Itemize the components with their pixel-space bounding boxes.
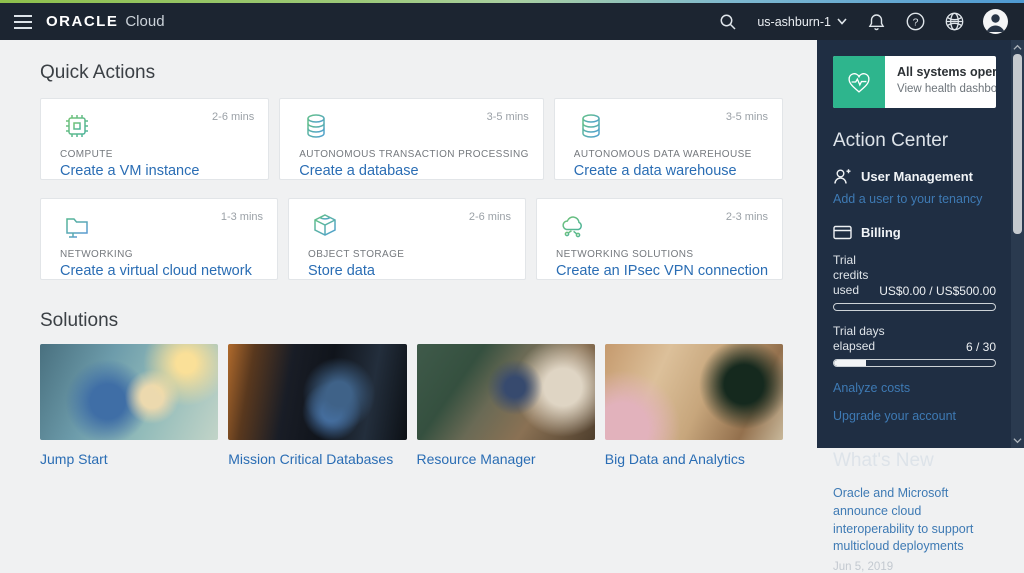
notifications-bell-icon[interactable] [866,12,886,32]
solutions-row: Jump Start Mission Critical Databases Re… [40,344,783,467]
solution-photo[interactable] [40,344,219,440]
health-status-tile [833,56,885,108]
network-folder-icon [66,218,88,238]
analyze-costs-link[interactable]: Analyze costs [833,381,996,395]
search-icon[interactable] [718,12,738,32]
trial-days-meter: Trial days elapsed 6 / 30 [833,324,996,367]
whats-new-date: Jun 5, 2019 [833,561,894,573]
solution-jump-start[interactable]: Jump Start [40,344,219,467]
create-database-link[interactable]: Create a database [299,163,529,179]
solution-photo[interactable] [228,344,407,440]
duration-estimate: 3-5 mins [725,111,768,123]
quick-action-card-vpn[interactable]: 2-3 mins NETWORKING SOLUTIONS Create an … [536,198,784,280]
create-vcn-link[interactable]: Create a virtual cloud network [60,263,263,279]
quick-action-card-adw[interactable]: 3-5 mins AUTONOMOUS DATA WAREHOUSE Creat… [553,98,783,180]
card-category-label: NETWORKING [60,249,133,260]
whats-new-article-link[interactable]: Oracle and Microsoft announce cloud inte… [833,485,996,556]
duration-estimate: 2-3 mins [725,211,769,223]
cloud-network-icon [562,216,582,238]
trial-credits-value: US$0.00 / US$500.00 [879,284,996,298]
user-icon [834,169,851,184]
card-category-label: AUTONOMOUS TRANSACTION PROCESSING [299,149,529,160]
help-icon[interactable]: ? [905,12,925,32]
oracle-cloud-logo[interactable]: ORACLE Cloud [46,13,165,30]
create-vm-instance-link[interactable]: Create a VM instance [60,163,254,179]
brand-cloud: Cloud [125,13,165,30]
brand-oracle: ORACLE [46,13,119,30]
scroll-down-icon[interactable] [1013,436,1022,445]
card-category-label: NETWORKING SOLUTIONS [556,249,694,260]
duration-estimate: 2-6 mins [212,111,255,123]
solution-link[interactable]: Jump Start [40,451,218,467]
trial-days-fill [834,360,867,366]
trial-days-value: 6 / 30 [965,340,996,354]
storage-box-icon [314,214,336,236]
solution-photo[interactable] [604,344,783,440]
create-data-warehouse-link[interactable]: Create a data warehouse [574,163,768,179]
sidebar-scrollbar[interactable] [1011,40,1024,448]
scrollbar-thumb[interactable] [1013,54,1022,234]
region-selector[interactable]: us-ashburn-1 [757,15,847,29]
user-management-label: User Management [861,169,973,184]
solution-photo[interactable] [416,344,595,440]
chevron-down-icon [837,18,847,25]
card-category-label: OBJECT STORAGE [308,249,405,260]
duration-estimate: 2-6 mins [468,211,512,223]
quick-actions-row-1: 2-6 mins COMPUTE Create a VM instance 3-… [40,98,783,180]
card-category-label: AUTONOMOUS DATA WAREHOUSE [573,149,752,160]
quick-actions-row-2: 1-3 mins NETWORKING Create a virtual clo… [40,198,784,280]
billing-row: Billing [833,225,996,240]
whats-new-title: What's New [833,450,934,471]
duration-estimate: 1-3 mins [220,211,264,223]
database-icon [582,114,600,138]
billing-label: Billing [861,225,901,240]
card-category-label: COMPUTE [60,149,113,160]
add-user-link[interactable]: Add a user to your tenancy [833,192,996,206]
trial-credits-label: Trial credits used [833,253,869,297]
trial-credits-bar [833,303,996,311]
quick-action-card-object-storage[interactable]: 2-6 mins OBJECT STORAGE Store data [288,198,527,280]
trial-credits-meter: Trial credits used US$0.00 / US$500.00 [833,253,996,311]
upgrade-account-link[interactable]: Upgrade your account [833,409,996,423]
quick-action-card-compute[interactable]: 2-6 mins COMPUTE Create a VM instance [40,98,270,180]
solution-link[interactable]: Mission Critical Databases [228,451,406,467]
system-health-card[interactable]: All systems operational View health dash… [833,56,996,108]
scroll-up-icon[interactable] [1013,43,1022,52]
language-globe-icon[interactable] [944,12,964,32]
solution-resource-manager[interactable]: Resource Manager [416,344,595,467]
create-ipsec-vpn-link[interactable]: Create an IPsec VPN connection [556,263,768,279]
svg-text:?: ? [912,16,918,28]
top-navigation-bar: ORACLE Cloud us-ashburn-1 ? [0,0,1024,40]
main-content: Quick Actions 2-6 mins COMPUTE Create a … [0,40,817,467]
user-avatar[interactable] [983,9,1008,34]
action-center-title: Action Center [833,130,949,151]
action-center-sidebar: All systems operational View health dash… [817,40,1024,573]
user-management-row: User Management [833,168,996,185]
quick-action-card-networking[interactable]: 1-3 mins NETWORKING Create a virtual clo… [40,198,279,280]
database-icon [307,114,325,138]
store-data-link[interactable]: Store data [308,263,511,279]
cpu-chip-icon [66,115,88,137]
solutions-title: Solutions [40,310,119,331]
region-name: us-ashburn-1 [757,14,831,29]
view-health-dashboard-link[interactable]: View health dashboard [897,83,996,95]
trial-days-label: Trial days elapsed [833,324,885,353]
hamburger-menu-icon[interactable] [0,3,46,40]
solution-big-data-analytics[interactable]: Big Data and Analytics [604,344,783,467]
health-status-text: All systems operational [897,65,996,79]
quick-action-card-atp[interactable]: 3-5 mins AUTONOMOUS TRANSACTION PROCESSI… [279,98,544,180]
heart-pulse-icon [848,73,870,93]
solution-mission-critical-databases[interactable]: Mission Critical Databases [228,344,407,467]
solution-link[interactable]: Big Data and Analytics [605,451,783,467]
credit-card-icon [833,225,852,240]
duration-estimate: 3-5 mins [486,111,529,123]
solution-link[interactable]: Resource Manager [417,451,595,467]
quick-actions-title: Quick Actions [40,62,156,83]
trial-days-bar [833,359,996,367]
